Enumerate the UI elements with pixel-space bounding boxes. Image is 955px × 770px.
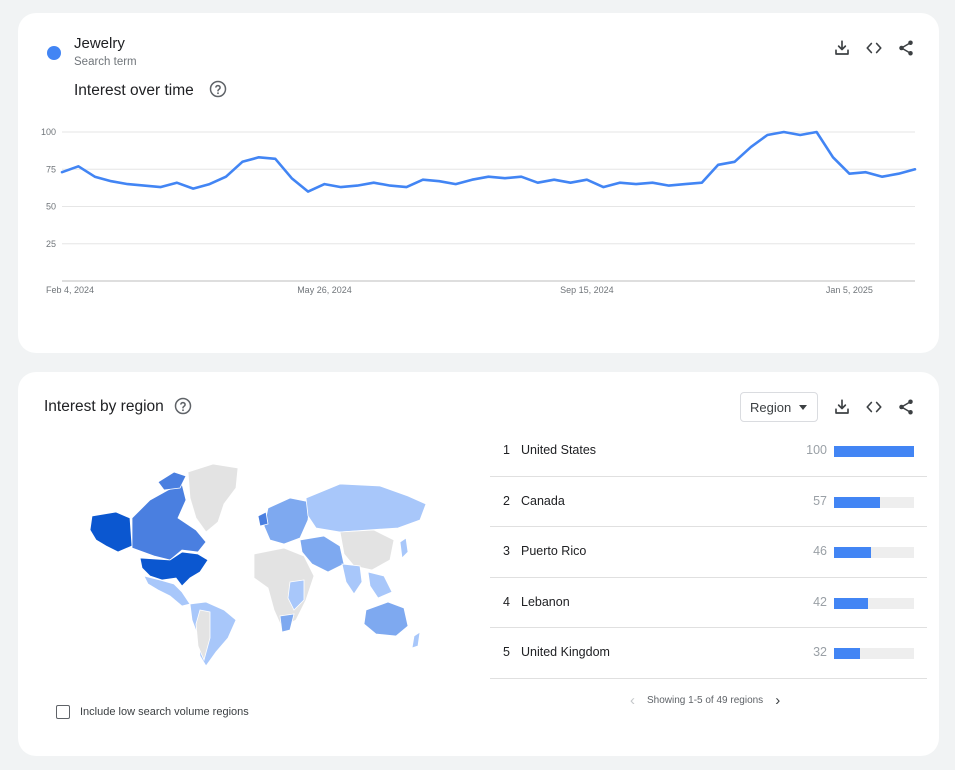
interest-over-time-card: Jewelry Search term Interest over time 2… — [18, 13, 939, 353]
region-bar-track — [834, 597, 914, 609]
region-bar-fill — [834, 547, 871, 558]
map-region-australia[interactable] — [363, 601, 409, 637]
region-rank: 3 — [503, 544, 510, 558]
map-region-south-asia[interactable] — [341, 563, 363, 595]
low-volume-toggle[interactable]: Include low search volume regions — [56, 705, 249, 719]
y-tick-label: 75 — [46, 164, 56, 174]
resolution-select-value: Region — [750, 399, 792, 415]
region-row[interactable]: 1 United States 100 — [490, 426, 927, 477]
share-icon[interactable] — [897, 398, 915, 416]
region-name: Lebanon — [521, 594, 570, 609]
region-bar-fill — [834, 496, 880, 508]
region-bar-fill — [834, 446, 914, 457]
map-region-united-kingdom[interactable] — [257, 511, 269, 527]
y-tick-label: 100 — [41, 127, 56, 137]
y-tick-label: 50 — [46, 202, 56, 212]
region-bar-track — [834, 547, 914, 558]
resolution-select[interactable]: Region — [740, 392, 818, 422]
map-region-japan[interactable] — [399, 537, 409, 559]
region-rank: 4 — [503, 594, 510, 609]
map-region-southeast-asia[interactable] — [367, 571, 393, 599]
y-tick-label: 25 — [46, 239, 56, 249]
interest-over-time-chart: 25 50 75 100 Feb 4, 2024 May 26, 2024 Sep 15, … — [41, 127, 917, 295]
region-value: 42 — [813, 594, 827, 609]
region-ranking-list: 1 United States 100 2 Canada 57 3 Puerto… — [490, 426, 927, 679]
region-pager: ‹ Showing 1-5 of 49 regions › — [630, 693, 780, 708]
map-region-greenland[interactable] — [187, 463, 239, 533]
caret-down-icon — [799, 405, 807, 410]
region-row[interactable]: 4 Lebanon 42 — [490, 578, 927, 628]
low-volume-checkbox[interactable] — [56, 705, 70, 719]
region-name: Puerto Rico — [521, 544, 587, 558]
map-region-europe[interactable] — [263, 497, 311, 545]
region-name: Canada — [521, 493, 565, 508]
region-row[interactable]: 3 Puerto Rico 46 — [490, 527, 927, 578]
region-actions — [833, 398, 915, 416]
help-circle-icon[interactable] — [174, 397, 192, 415]
region-bar-track — [834, 446, 914, 457]
region-value: 32 — [813, 645, 827, 659]
chevron-right-icon[interactable]: › — [775, 693, 780, 708]
map-region-russia[interactable] — [305, 483, 427, 533]
interest-by-region-title: Interest by region — [44, 398, 164, 415]
region-bar-fill — [834, 648, 860, 659]
map-region-alaska[interactable] — [89, 511, 133, 553]
x-tick-label: May 26, 2024 — [297, 285, 352, 295]
region-bar-track — [834, 648, 914, 659]
pager-status: Showing 1-5 of 49 regions — [647, 695, 764, 706]
region-value: 57 — [813, 493, 827, 508]
series-line-jewelry[interactable] — [60, 130, 917, 193]
interest-by-region-card: Interest by region Region 1 United State… — [18, 372, 939, 756]
embed-code-icon[interactable] — [865, 398, 883, 416]
low-volume-label: Include low search volume regions — [80, 706, 249, 718]
chevron-left-icon[interactable]: ‹ — [630, 693, 635, 708]
region-row[interactable]: 2 Canada 57 — [490, 477, 927, 527]
region-row[interactable]: 5 United Kingdom 32 — [490, 628, 927, 679]
region-name: United States — [521, 443, 597, 457]
x-tick-label: Feb 4, 2024 — [46, 285, 94, 295]
x-tick-label: Jan 5, 2025 — [826, 285, 873, 295]
map-region-south-africa[interactable] — [279, 613, 295, 633]
map-region-east-asia[interactable] — [339, 529, 395, 571]
region-rank: 2 — [503, 493, 510, 508]
map-region-new-zealand[interactable] — [411, 631, 421, 649]
x-tick-label: Sep 15, 2024 — [560, 285, 614, 295]
region-bar-fill — [834, 597, 868, 609]
region-value: 100 — [806, 443, 827, 457]
region-value: 46 — [813, 544, 827, 558]
download-icon[interactable] — [833, 398, 851, 416]
region-rank: 1 — [503, 443, 510, 457]
region-name: United Kingdom — [521, 645, 610, 659]
region-bar-track — [834, 496, 914, 508]
world-map[interactable] — [78, 460, 433, 670]
region-rank: 5 — [503, 645, 510, 659]
